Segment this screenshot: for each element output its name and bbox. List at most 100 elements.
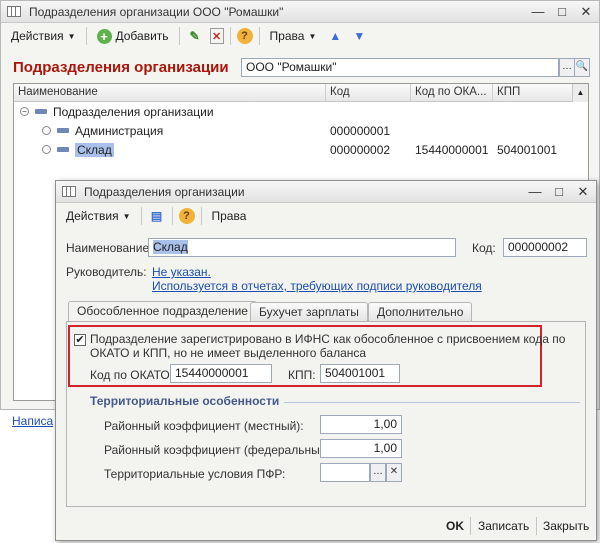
pfr-field[interactable] xyxy=(320,463,370,482)
search-icon[interactable]: 🔍 xyxy=(574,58,590,77)
okato-field[interactable]: 15440000001 xyxy=(170,364,272,383)
chevron-down-icon: ▼ xyxy=(122,211,131,221)
organization-field[interactable]: ООО "Ромашки" xyxy=(241,58,559,77)
dialog-titlebar: Подразделения организации — □ ✕ xyxy=(56,181,596,203)
federal-coef-label: Районный коэффициент (федеральный): xyxy=(104,443,334,457)
back-window-title: Подразделения организации ООО "Ромашки" xyxy=(29,4,284,19)
delete-mark-icon[interactable]: ✕ xyxy=(209,28,224,44)
tab-payroll-accounting[interactable]: Бухучет зарплаты xyxy=(250,302,368,322)
clear-icon[interactable]: ✕ xyxy=(386,463,402,482)
toolbar-divider xyxy=(85,27,87,45)
rights-label: Права xyxy=(269,29,305,43)
rights-menu-button[interactable]: Права ▼ xyxy=(266,27,321,45)
column-header-code[interactable]: Код xyxy=(326,84,411,101)
back-toolbar: Действия ▼ + Добавить ✎ ✕ ? Права ▼ ▲ ▼ xyxy=(1,23,599,49)
tab-separate-unit[interactable]: Обособленное подразделение xyxy=(68,301,257,322)
dialog-title: Подразделения организации xyxy=(84,184,245,199)
toolbar-divider xyxy=(171,207,173,225)
column-header-name[interactable]: Наименование xyxy=(14,84,326,101)
form-window-icon xyxy=(62,186,76,197)
item-icon xyxy=(57,147,69,152)
row-name: Администрация xyxy=(75,123,164,138)
plus-icon: + xyxy=(96,28,112,44)
partial-link[interactable]: Написа xyxy=(12,414,53,428)
arrow-down-icon[interactable]: ▼ xyxy=(350,27,368,45)
item-marker-icon xyxy=(42,145,51,154)
territorial-group-title: Территориальные особенности xyxy=(90,394,280,408)
arrow-up-icon[interactable]: ▲ xyxy=(326,27,344,45)
separate-unit-text-line2: ОКАТО и КПП, но не имеет выделенного бал… xyxy=(90,346,367,360)
scroll-up-arrow[interactable]: ▲ xyxy=(572,84,588,102)
actions-label: Действия xyxy=(11,29,64,43)
row-kpp: 504001001 xyxy=(497,142,558,157)
rights-button[interactable]: Права xyxy=(208,207,251,225)
group-divider xyxy=(284,402,580,403)
organization-select-button[interactable]: … xyxy=(559,58,575,77)
ok-button[interactable]: OK xyxy=(446,519,464,533)
collapse-icon[interactable]: − xyxy=(20,107,29,116)
okato-label: Код по ОКАТО: xyxy=(90,368,174,382)
code-label: Код: xyxy=(472,241,496,255)
toolbar-divider xyxy=(140,207,142,225)
kpp-label: КПП: xyxy=(288,368,316,382)
name-label: Наименование: xyxy=(66,241,153,255)
pfr-label: Территориальные условия ПФР: xyxy=(104,467,286,481)
close-button[interactable]: Закрыть xyxy=(543,519,589,533)
pfr-select-button[interactable]: … xyxy=(370,463,386,482)
table-row-selected[interactable]: Склад 000000002 15440000001 504001001 xyxy=(14,140,588,159)
close-icon[interactable]: ✕ xyxy=(576,184,590,200)
name-value: Склад xyxy=(153,240,188,254)
close-icon[interactable]: ✕ xyxy=(579,4,593,20)
column-header-okato[interactable]: Код по ОКА... xyxy=(411,84,493,101)
head-hint-link[interactable]: Используется в отчетах, требующих подпис… xyxy=(152,279,482,293)
row-name: Подразделения организации xyxy=(53,104,214,119)
page-title: Подразделения организации xyxy=(13,59,229,76)
dialog-toolbar: Действия ▼ ▤ ? Права xyxy=(56,203,596,229)
minimize-icon[interactable]: — xyxy=(528,184,542,200)
help-icon[interactable]: ? xyxy=(178,208,195,224)
separate-unit-text-line1: Подразделение зарегистрировано в ИФНС ка… xyxy=(90,332,566,346)
local-coef-field[interactable]: 1,00 xyxy=(320,415,402,434)
actions-menu-button[interactable]: Действия ▼ xyxy=(7,27,80,45)
row-name: Склад xyxy=(75,142,114,157)
toolbar-divider xyxy=(200,207,202,225)
chevron-down-icon: ▼ xyxy=(67,31,76,41)
kpp-field[interactable]: 504001001 xyxy=(320,364,400,383)
maximize-icon[interactable]: □ xyxy=(555,4,569,20)
add-label: Добавить xyxy=(115,29,169,43)
maximize-icon[interactable]: □ xyxy=(552,184,566,200)
actions-label: Действия xyxy=(66,209,119,223)
actions-menu-button[interactable]: Действия ▼ xyxy=(62,207,135,225)
table-row[interactable]: − Подразделения организации xyxy=(14,102,588,121)
chevron-down-icon: ▼ xyxy=(308,31,317,41)
table-header: Наименование Код Код по ОКА... КПП xyxy=(14,84,588,102)
item-marker-icon xyxy=(42,126,51,135)
column-header-kpp[interactable]: КПП xyxy=(493,84,573,101)
footer-divider xyxy=(470,517,471,535)
item-icon xyxy=(57,128,69,133)
group-icon xyxy=(35,109,47,114)
name-field[interactable]: Склад xyxy=(148,238,456,257)
back-window-titlebar: Подразделения организации ООО "Ромашки" … xyxy=(1,1,599,23)
table-row[interactable]: Администрация 000000001 xyxy=(14,121,588,140)
minimize-icon[interactable]: — xyxy=(531,4,545,20)
federal-coef-field[interactable]: 1,00 xyxy=(320,439,402,458)
toolbar-divider xyxy=(258,27,260,45)
code-field[interactable]: 000000002 xyxy=(503,238,587,257)
separate-unit-checkbox[interactable]: ✔ xyxy=(74,334,86,346)
save-button[interactable]: Записать xyxy=(478,519,529,533)
row-okato: 15440000001 xyxy=(415,142,489,157)
row-code: 000000002 xyxy=(330,142,391,157)
rights-label: Права xyxy=(211,209,247,223)
head-link[interactable]: Не указан. xyxy=(152,265,211,279)
org-unit-dialog: Подразделения организации — □ ✕ Действия… xyxy=(55,180,597,541)
head-label: Руководитель: xyxy=(66,265,147,279)
tab-additional[interactable]: Дополнительно xyxy=(368,302,473,322)
add-button[interactable]: + Добавить xyxy=(93,27,173,46)
row-code: 000000001 xyxy=(330,123,391,138)
edit-pencil-icon[interactable]: ✎ xyxy=(186,27,204,45)
save-record-icon[interactable]: ▤ xyxy=(148,207,166,225)
list-window-icon xyxy=(7,6,21,17)
help-icon[interactable]: ? xyxy=(236,28,253,44)
footer-divider xyxy=(536,517,537,535)
